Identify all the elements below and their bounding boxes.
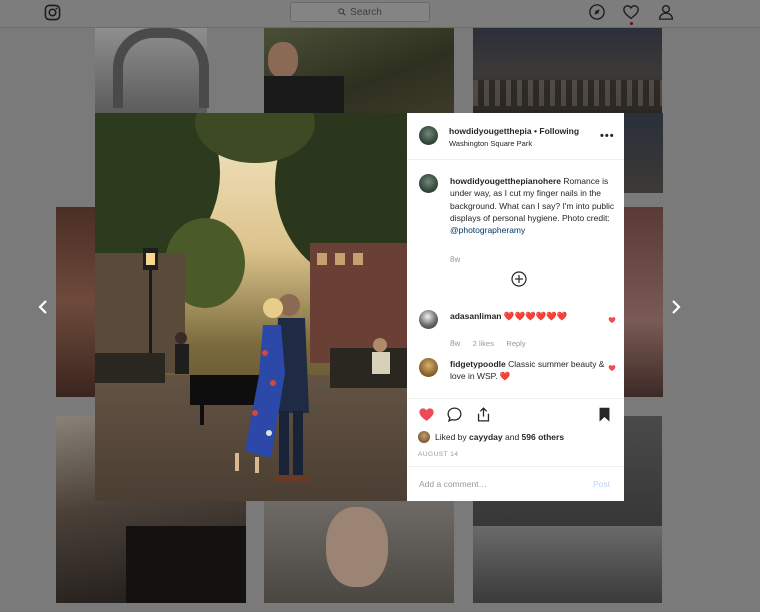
post-photo[interactable] [95, 113, 407, 501]
post-comment-button[interactable]: Post [593, 479, 610, 489]
separator-dot: • [534, 126, 537, 136]
comment-meta: 8w 2 likes Reply [450, 333, 526, 351]
compass-icon[interactable] [588, 3, 606, 21]
post-details-panel: howdidyougetthepia • Following Washingto… [407, 113, 624, 501]
actions-divider [407, 398, 624, 399]
commenter-avatar[interactable] [419, 310, 438, 329]
author-avatar[interactable] [419, 126, 438, 145]
search-input[interactable]: Search [290, 2, 430, 22]
comment-text: ❤️❤️❤️❤️❤️❤️ [503, 311, 568, 321]
liked-by-and: and [504, 432, 520, 442]
liked-by-count[interactable]: 596 others [522, 432, 565, 442]
liked-by-prefix: Liked by [435, 432, 467, 442]
search-icon [338, 8, 346, 16]
plus-circle-icon[interactable] [511, 271, 527, 287]
grid-photo-right-top[interactable] [624, 113, 663, 193]
following-button[interactable]: Following [539, 126, 579, 136]
location-link[interactable]: Washington Square Park [449, 139, 532, 148]
post-photo-image [95, 113, 407, 501]
speech-bubble-icon[interactable] [446, 406, 463, 423]
comment-item: adasanliman ❤️❤️❤️❤️❤️❤️ [450, 311, 567, 322]
add-comment-input[interactable]: Add a comment… [419, 479, 487, 489]
instagram-icon[interactable] [44, 4, 61, 21]
notification-dot [630, 22, 633, 25]
bookmark-filled-icon[interactable] [596, 406, 613, 423]
comment-likes[interactable]: 2 likes [473, 339, 494, 348]
grid-photo-man-glasses[interactable] [264, 28, 454, 113]
comment-heart-icon[interactable] [608, 316, 616, 324]
top-navigation-bar: Search [0, 0, 760, 28]
liked-by-user[interactable]: cayyday [469, 432, 503, 442]
comment-username[interactable]: fidgetypoodle [450, 359, 506, 369]
author-username[interactable]: howdidyougetthepia [449, 126, 532, 136]
comment-box-divider [407, 466, 624, 467]
comment-username[interactable]: adasanliman [450, 311, 502, 321]
caption-author-avatar[interactable] [419, 174, 438, 193]
grid-photo-crowd[interactable] [473, 28, 662, 113]
post-date[interactable]: AUGUST 14 [418, 451, 459, 458]
grid-photo-left-mid[interactable] [56, 207, 96, 397]
comment-heart-icon[interactable] [608, 364, 616, 372]
grid-photo-right-mid[interactable] [624, 207, 663, 397]
comment-timestamp[interactable]: 8w [450, 339, 460, 348]
commenter-avatar[interactable] [419, 358, 438, 377]
grid-photo-arch[interactable] [95, 28, 209, 113]
person-icon[interactable] [657, 3, 675, 21]
next-arrow-icon[interactable] [669, 299, 683, 315]
caption-username[interactable]: howdidyougetthepianohere [450, 176, 561, 186]
post-header: howdidyougetthepia • Following [449, 126, 579, 136]
header-divider [407, 159, 624, 160]
more-options-button[interactable]: ••• [600, 130, 615, 142]
heart-outline-icon[interactable] [622, 3, 640, 21]
share-icon[interactable] [475, 406, 492, 423]
reply-button[interactable]: Reply [506, 339, 525, 348]
heart-filled-icon[interactable] [418, 406, 435, 423]
previous-arrow-icon[interactable] [36, 299, 50, 315]
caption-text: howdidyougetthepianohere Romance is unde… [450, 175, 615, 236]
caption-mention-link[interactable]: @photographeramy [450, 225, 525, 235]
liked-by-text: Liked by cayyday and 596 others [435, 432, 564, 442]
liker-avatar[interactable] [418, 431, 430, 443]
search-placeholder: Search [350, 6, 382, 18]
comment-item: fidgetypoodle Classic summer beauty & lo… [450, 358, 610, 383]
caption-timestamp[interactable]: 8w [450, 255, 460, 264]
grid-photo-selfie[interactable] [264, 501, 454, 603]
